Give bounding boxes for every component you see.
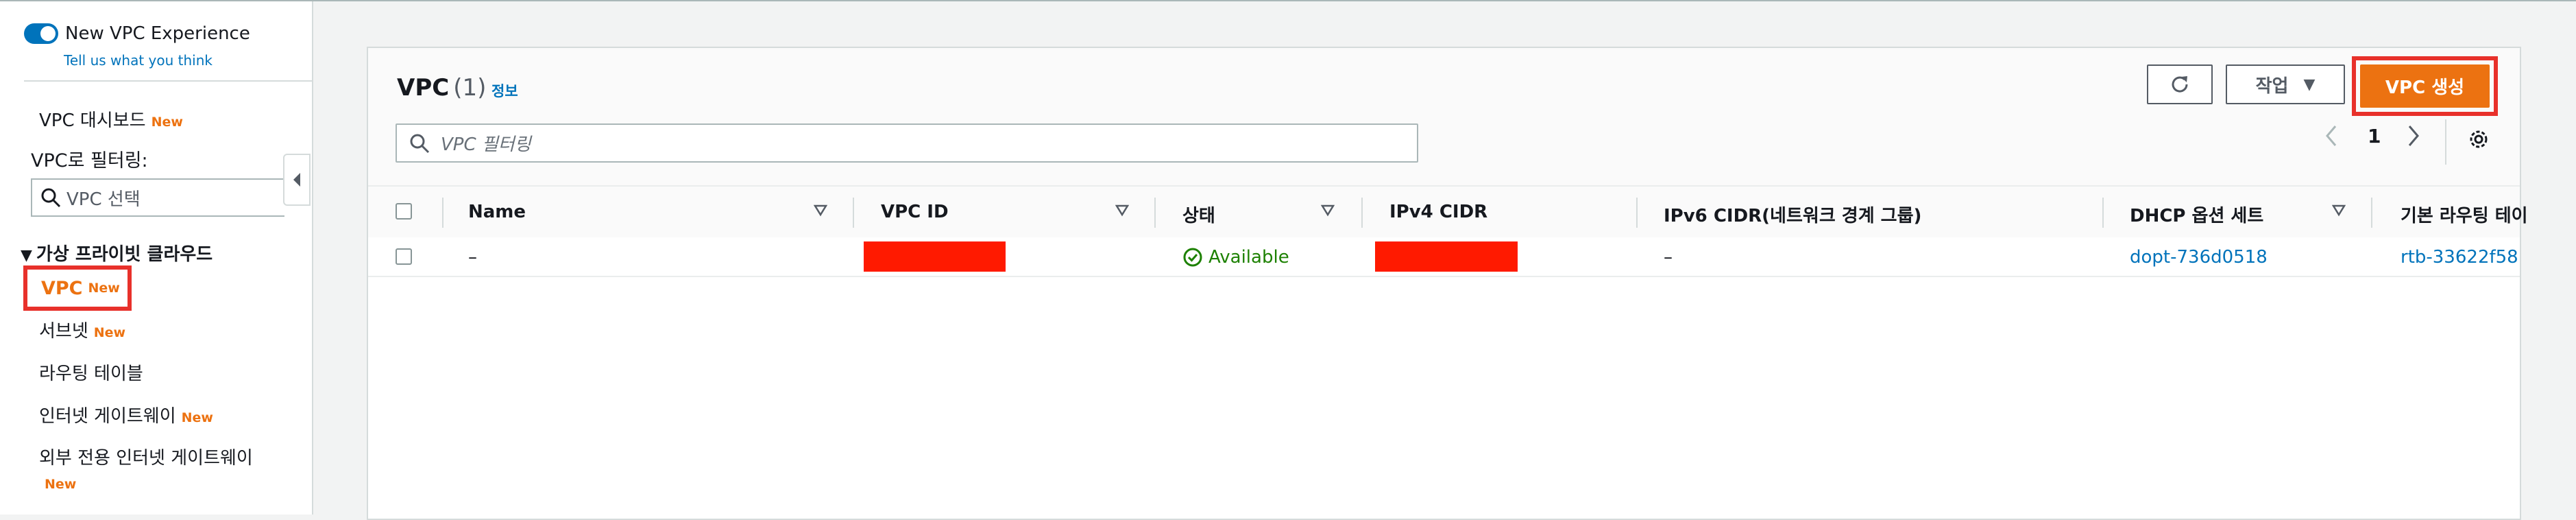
search-icon <box>41 188 61 208</box>
sidebar-item-vpc-dashboard[interactable]: VPC 대시보드 New <box>39 106 183 132</box>
status-text: Available <box>1208 247 1289 268</box>
caret-down-icon: ▼ <box>2303 75 2316 93</box>
column-header-ipv4-cidr[interactable]: IPv4 CIDR <box>1389 202 1487 222</box>
chevron-right-icon <box>2408 126 2419 146</box>
caret-down-icon: ▼ <box>21 247 32 264</box>
new-badge: New <box>181 410 213 425</box>
row-checkbox[interactable] <box>396 248 412 265</box>
toggle-knob <box>40 26 56 41</box>
column-header-name[interactable]: Name <box>468 202 526 222</box>
cell-name: – <box>468 247 477 268</box>
panel-header: VPC (1) 정보 작업 ▼ VPC 생성 VPC 필터링 1 <box>368 48 2520 185</box>
next-page-button[interactable] <box>2407 125 2420 152</box>
feedback-link[interactable]: Tell us what you think <box>64 52 212 69</box>
column-divider <box>2102 198 2104 228</box>
preferences-button[interactable] <box>2467 128 2490 154</box>
sidebar-item-egress-only-gateways[interactable]: 외부 전용 인터넷 게이트웨이 <box>39 444 253 469</box>
page-title: VPC (1) <box>397 74 486 102</box>
sort-icon[interactable] <box>2332 204 2346 217</box>
sidebar-item-label: 서브넷 <box>39 321 88 342</box>
new-experience-row: New VPC Experience <box>24 23 250 44</box>
sidebar-item-route-tables[interactable]: 라우팅 테이블 <box>39 359 143 385</box>
sidebar-item-label: 라우팅 테이블 <box>39 364 143 384</box>
sidebar-item-internet-gateways[interactable]: 인터넷 게이트웨이 New <box>39 402 213 427</box>
pager-divider <box>2445 119 2446 165</box>
table-row[interactable]: – Available – dopt-736d0518 rtb-33622f58 <box>368 237 2520 277</box>
info-link[interactable]: 정보 <box>491 80 518 101</box>
sort-icon[interactable] <box>814 204 827 217</box>
refresh-icon <box>2172 76 2188 93</box>
sort-icon[interactable] <box>1321 204 1335 217</box>
sidebar-item-label: 인터넷 게이트웨이 <box>39 406 176 427</box>
column-divider <box>1361 198 1363 228</box>
section-virtual-private-cloud[interactable]: ▼ 가상 프라이빗 클라우드 <box>21 240 212 265</box>
sidebar-item-subnets[interactable]: 서브넷 New <box>39 317 125 342</box>
chevron-left-icon <box>2326 126 2337 146</box>
select-all-checkbox[interactable] <box>396 203 412 220</box>
new-badge: New <box>88 281 120 296</box>
sidebar-divider <box>24 80 312 82</box>
page-number[interactable]: 1 <box>2368 125 2381 147</box>
search-placeholder: VPC 필터링 <box>441 134 531 155</box>
column-divider <box>1154 198 1156 228</box>
sidebar-item-label: VPC <box>41 277 83 299</box>
cell-state: Available <box>1182 247 1289 268</box>
sort-icon[interactable] <box>1115 204 1129 217</box>
collapse-sidebar-button[interactable] <box>283 154 311 206</box>
actions-dropdown[interactable]: 작업 ▼ <box>2226 64 2345 104</box>
column-header-vpc-id[interactable]: VPC ID <box>881 202 949 222</box>
column-header-state[interactable]: 상태 <box>1182 202 1215 227</box>
vpc-filter-select[interactable]: VPC 선택 <box>31 178 284 217</box>
previous-page-button[interactable] <box>2325 125 2337 152</box>
column-divider <box>442 198 443 228</box>
column-divider <box>1636 198 1638 228</box>
new-badge: New <box>45 477 77 492</box>
create-vpc-button[interactable]: VPC 생성 <box>2360 64 2490 108</box>
sidebar: New VPC Experience Tell us what you thin… <box>0 1 313 515</box>
redacted-vpc-id <box>864 241 1006 272</box>
vpc-table-panel: VPC (1) 정보 작업 ▼ VPC 생성 VPC 필터링 1 Name VP… <box>367 47 2528 520</box>
cell-route-table-link[interactable]: rtb-33622f58 <box>2401 247 2518 268</box>
cell-dhcp-options-link[interactable]: dopt-736d0518 <box>2130 247 2268 268</box>
refresh-button[interactable] <box>2147 64 2213 104</box>
table-header: Name VPC ID 상태 IPv4 CIDR IPv6 CIDR(네트워크 … <box>368 185 2528 239</box>
actions-label: 작업 <box>2255 75 2289 97</box>
cell-ipv6-cidr: – <box>1664 247 1673 268</box>
vpc-filter-placeholder: VPC 선택 <box>66 189 141 210</box>
sidebar-item-label: 외부 전용 인터넷 게이트웨이 <box>39 448 253 469</box>
chevron-left-icon <box>293 173 300 187</box>
section-title: 가상 프라이빗 클라우드 <box>36 244 213 265</box>
new-badge: New <box>93 325 126 340</box>
sidebar-item-label: VPC 대시보드 <box>39 110 146 131</box>
redacted-ipv4-cidr <box>1375 241 1518 272</box>
vpc-search-input[interactable]: VPC 필터링 <box>396 123 1418 163</box>
sidebar-item-vpc[interactable]: VPC New <box>23 265 132 311</box>
column-header-dhcp-options[interactable]: DHCP 옵션 세트 <box>2130 202 2263 227</box>
title-count: (1) <box>453 74 487 102</box>
new-experience-toggle[interactable] <box>24 23 58 44</box>
column-divider <box>853 198 854 228</box>
column-header-main-route-table[interactable]: 기본 라우팅 테이 <box>2401 202 2528 227</box>
new-experience-label: New VPC Experience <box>65 23 250 44</box>
vpc-filter-label: VPC로 필터링: <box>31 150 148 172</box>
new-badge: New <box>151 115 183 130</box>
success-icon <box>1183 248 1202 267</box>
column-header-ipv6-cidr[interactable]: IPv6 CIDR(네트워크 경계 그룹) <box>1664 202 1921 227</box>
gear-icon <box>2470 130 2488 148</box>
search-icon <box>410 134 430 153</box>
create-vpc-highlight: VPC 생성 <box>2352 56 2498 116</box>
column-divider <box>2371 198 2372 228</box>
title-text: VPC <box>397 74 450 102</box>
